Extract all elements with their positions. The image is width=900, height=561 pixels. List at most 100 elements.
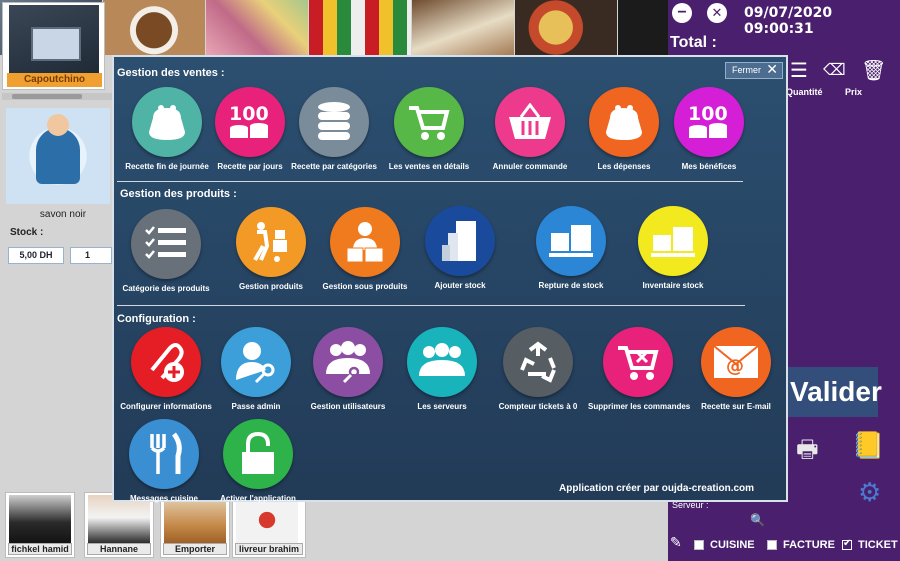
section-title-configuration: Configuration : [117,313,196,325]
zoom-icon[interactable]: 🔍 [750,513,765,527]
tile-label: Activer l'application [220,494,296,503]
category-pizza-photo[interactable] [515,0,617,55]
tile-label: Gestion utilisateurs [310,402,386,411]
svg-text:100: 100 [229,103,269,125]
cuisine-checkbox[interactable]: CUISINE [694,539,755,551]
scrollbar-thumb[interactable] [12,94,82,99]
facture-label: FACTURE [783,539,835,551]
list-icon[interactable]: ☰ [790,58,808,83]
recycle-icon [503,327,573,397]
tile-ventes-en-details[interactable]: Les ventes en détails [381,87,477,171]
server-name: Hannane [87,543,151,555]
trash-icon[interactable]: 🗑 [861,58,886,83]
pallet-boxes-icon [638,206,708,276]
cart-delete-icon [603,327,673,397]
facture-checkbox[interactable]: FACTURE [767,539,835,551]
tile-recette-par-jours[interactable]: 100 Recette par jours [211,87,289,171]
tile-annuler-commande[interactable]: Annuler commande [482,87,578,171]
server-photo [9,495,71,545]
product-card[interactable] [6,108,110,204]
admin-menu-dialog: Fermer ✕ Gestion des ventes : Recette fin… [112,55,788,503]
tile-les-serveurs[interactable]: Les serveurs [394,327,490,411]
users-group-icon [407,327,477,397]
category-macarons-photo[interactable] [206,0,308,55]
basket-icon [495,87,565,157]
checkbox-box[interactable] [694,540,704,550]
hand-truck-icon [236,207,306,277]
tile-recette-email[interactable]: @ Recette sur E-mail [686,327,786,411]
server-name: Emporter [163,543,227,555]
shopping-cart-icon [394,87,464,157]
coin-purse-icon [132,87,202,157]
pallet-boxes-icon [536,206,606,276]
person-boxes-icon [330,207,400,277]
svg-text:100: 100 [688,103,728,125]
erase-icon[interactable]: ⌫ [823,60,846,80]
category-card-capoutchino[interactable]: Capoutchino [2,2,105,90]
tile-les-depenses[interactable]: Les dépenses [576,87,672,171]
close-icon: ✕ [766,61,778,77]
section-divider [117,305,745,306]
checkbox-box-checked[interactable] [842,538,852,550]
tile-mes-benefices[interactable]: 100 Mes bénéfices [669,87,749,171]
tile-label: Les serveurs [417,402,467,411]
category-card-label: Capoutchino [7,73,102,87]
section-title-ventes: Gestion des ventes : [117,67,225,79]
quantity-field[interactable]: 1 [70,247,112,264]
notebook-icon[interactable]: 📒 [852,430,884,461]
users-key-icon [313,327,383,397]
datetime-display: 09/07/2020 09:00:31 [744,5,833,37]
tile-passe-admin[interactable]: Passe admin [208,327,304,411]
gear-icon[interactable]: ⚙ [858,477,881,508]
close-dialog-label: Fermer [732,65,761,75]
tile-label: Recette sur E-mail [701,402,771,411]
tile-label: Passe admin [231,402,281,411]
checkbox-box[interactable] [767,540,777,550]
tile-gestion-produits[interactable]: Gestion produits [226,207,316,291]
category-drinks-photo[interactable] [309,0,411,55]
tile-messages-cuisine[interactable]: Messages cuisine [116,419,212,503]
server-card[interactable]: fichkel hamid [5,492,75,558]
tile-supprimer-commandes[interactable]: Supprimer les commandes [588,327,691,411]
tile-label: Compteur tickets à 0 [498,402,578,411]
tile-label: Recette fin de journée [125,162,209,171]
tile-categorie-produits[interactable]: Catégorie des produits [116,209,216,293]
money-coins-icon: 100 [215,87,285,157]
cuisine-label: CUISINE [710,539,755,551]
tile-repture-stock[interactable]: Repture de stock [523,206,619,290]
printer-icon[interactable]: 🖶 [796,432,819,473]
minimize-button[interactable]: − [672,3,692,23]
money-coins-icon: 100 [674,87,744,157]
tile-recette-par-categories[interactable]: Recette par catégories [286,87,382,171]
checklist-icon [131,209,201,279]
tile-inventaire-stock[interactable]: Inventaire stock [625,206,721,290]
tile-label: Gestion sous produits [322,282,408,291]
tile-label: Supprimer les commandes [588,402,691,411]
category-thumbnail [9,5,99,75]
category-scrollbar[interactable] [2,93,112,100]
category-breakfast-photo[interactable] [412,0,514,55]
tile-configurer-informations[interactable]: Configurer informations [116,327,216,411]
tile-activer-application[interactable]: Activer l'application [210,419,306,503]
top-bar: − ✕ 09/07/2020 09:00:31 [668,0,900,37]
tile-label: Ajouter stock [434,281,486,290]
ticket-checkbox[interactable]: TICKET [842,538,898,551]
price-field[interactable]: 5,00 DH [8,247,64,264]
svg-text:@: @ [726,356,744,377]
tile-compteur-tickets[interactable]: Compteur tickets à 0 [488,327,588,411]
tile-gestion-sous-produits[interactable]: Gestion sous produits [317,207,413,291]
stock-label: Stock : [10,227,44,238]
close-app-button[interactable]: ✕ [707,3,727,23]
category-coffee-photo[interactable] [103,0,205,55]
tile-recette-fin-journee[interactable]: Recette fin de journée [119,87,215,171]
coin-purse-icon [589,87,659,157]
unlock-icon [223,419,293,489]
validate-button[interactable]: Valider [788,367,882,417]
category-dark-photo[interactable] [618,0,668,55]
tile-label: Mes bénéfices [681,162,737,171]
close-dialog-button[interactable]: Fermer ✕ [725,62,783,79]
edit-icon[interactable]: ✎ [670,534,682,551]
doctor-illustration [36,114,80,184]
tile-gestion-utilisateurs[interactable]: Gestion utilisateurs [300,327,396,411]
tile-ajouter-stock[interactable]: Ajouter stock [412,206,508,290]
